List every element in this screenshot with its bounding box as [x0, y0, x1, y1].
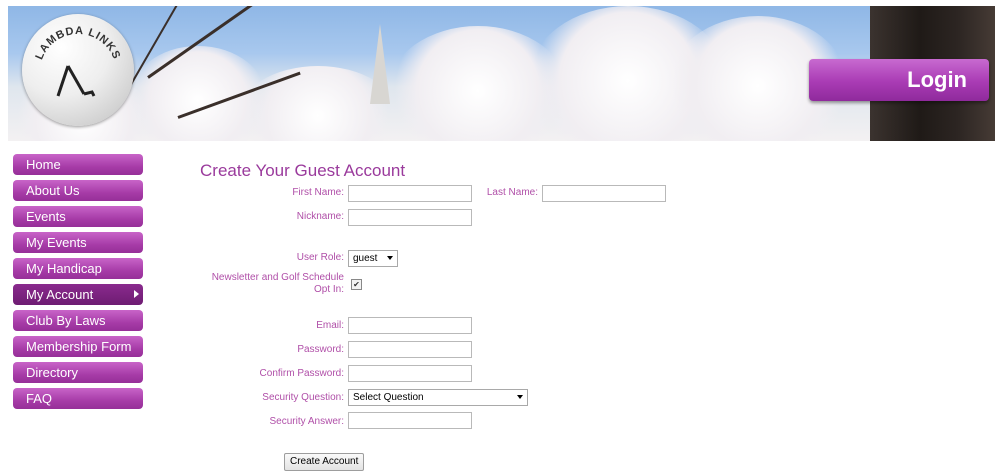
- chevron-down-icon: [387, 256, 393, 260]
- nickname-field[interactable]: [348, 209, 472, 226]
- sidebar-item-events[interactable]: Events: [13, 206, 143, 227]
- golf-ball-logo-icon: LAMBDA LINKS: [33, 25, 122, 97]
- security-answer-field[interactable]: [348, 412, 472, 429]
- sidebar-item-label: Directory: [26, 365, 79, 380]
- sidebar-item-directory[interactable]: Directory: [13, 362, 143, 383]
- newsletter-label-line-1: Newsletter and Golf Schedule: [211, 272, 344, 283]
- svg-text:LAMBDA LINKS: LAMBDA LINKS: [33, 25, 122, 62]
- sidebar-item-label: My Events: [26, 235, 87, 250]
- sidebar-item-label: FAQ: [26, 391, 53, 406]
- confirm-password-label: Confirm Password:: [259, 368, 344, 379]
- nickname-label: Nickname:: [296, 211, 344, 222]
- security-question-select[interactable]: Select Question: [348, 389, 528, 406]
- last-name-label: Last Name:: [486, 187, 538, 198]
- page-title: Create Your Guest Account: [200, 161, 406, 180]
- user-role-label: User Role:: [296, 252, 344, 263]
- sidebar-nav: Home About Us Events My Events My Handic…: [13, 154, 143, 414]
- checkmark-icon: ✔: [353, 280, 360, 289]
- sidebar-item-home[interactable]: Home: [13, 154, 143, 175]
- sidebar-item-label: My Handicap: [26, 261, 102, 276]
- sidebar-item-label: About Us: [26, 183, 80, 198]
- sidebar-item-label: My Account: [26, 287, 94, 302]
- security-answer-label: Security Answer:: [269, 416, 344, 427]
- password-label: Password:: [297, 344, 344, 355]
- login-label: Login: [907, 67, 967, 92]
- security-question-label: Security Question:: [262, 392, 344, 403]
- user-role-value: guest: [353, 253, 378, 264]
- newsletter-label: Newsletter and Golf Schedule Opt In:: [190, 272, 344, 296]
- sidebar-item-my-account[interactable]: My Account: [13, 284, 143, 305]
- sidebar-item-label: Club By Laws: [26, 313, 106, 328]
- last-name-field[interactable]: [542, 185, 666, 202]
- sidebar-item-membership-form[interactable]: Membership Form: [13, 336, 143, 357]
- sidebar-item-label: Home: [26, 157, 61, 172]
- confirm-password-field[interactable]: [348, 365, 472, 382]
- create-account-button[interactable]: Create Account: [284, 453, 365, 471]
- sidebar-item-my-handicap[interactable]: My Handicap: [13, 258, 143, 279]
- monument: [370, 24, 390, 104]
- header-banner: LAMBDA LINKS Login: [8, 6, 995, 141]
- email-label: Email:: [316, 320, 344, 331]
- newsletter-label-line-2: Opt In:: [313, 284, 344, 295]
- email-field[interactable]: [348, 317, 472, 334]
- password-field[interactable]: [348, 341, 472, 358]
- first-name-label: First Name:: [292, 187, 344, 198]
- sidebar-item-club-by-laws[interactable]: Club By Laws: [13, 310, 143, 331]
- security-question-value: Select Question: [353, 392, 424, 403]
- first-name-field[interactable]: [348, 185, 472, 202]
- sidebar-item-label: Events: [26, 209, 66, 224]
- submenu-arrow-icon: [134, 290, 139, 298]
- sidebar-item-about-us[interactable]: About Us: [13, 180, 143, 201]
- sidebar-item-label: Membership Form: [26, 339, 132, 354]
- sidebar-item-my-events[interactable]: My Events: [13, 232, 143, 253]
- login-button[interactable]: Login: [809, 59, 989, 101]
- chevron-down-icon: [517, 395, 523, 399]
- newsletter-checkbox[interactable]: ✔: [351, 279, 362, 290]
- lambda-links-logo: LAMBDA LINKS: [22, 14, 134, 126]
- user-role-select[interactable]: guest: [348, 250, 398, 267]
- sidebar-item-faq[interactable]: FAQ: [13, 388, 143, 409]
